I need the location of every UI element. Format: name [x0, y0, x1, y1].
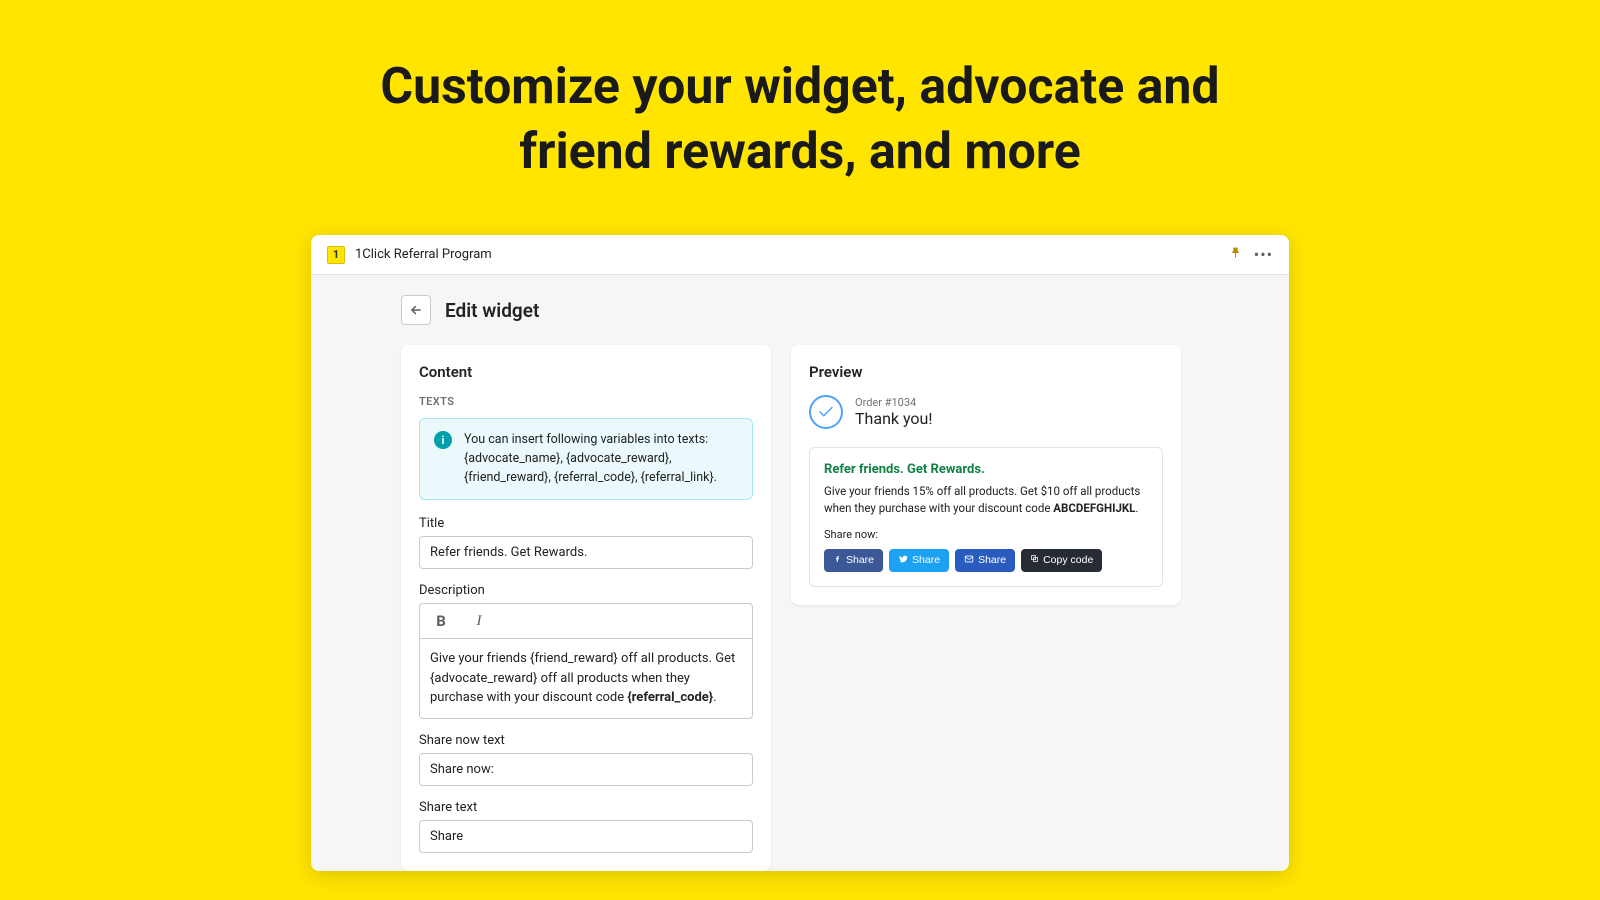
order-number: Order #1034: [855, 396, 933, 409]
share-now-label: Share now text: [419, 733, 753, 748]
description-suffix: .: [713, 690, 716, 705]
description-editor[interactable]: Give your friends {friend_reward} off al…: [419, 638, 753, 719]
preview-heading: Preview: [809, 363, 1163, 381]
app-body: Edit widget Content TEXTS i You can inse…: [311, 275, 1289, 871]
title-input[interactable]: [419, 536, 753, 569]
hero-headline: Customize your widget, advocate and frie…: [350, 55, 1250, 185]
texts-subheading: TEXTS: [419, 395, 753, 408]
page-title: Edit widget: [445, 299, 539, 322]
preview-share-now: Share now:: [824, 528, 1148, 541]
facebook-icon: [833, 554, 842, 566]
app-title: 1Click Referral Program: [355, 247, 492, 262]
email-share-button[interactable]: Share: [955, 549, 1015, 572]
info-text: You can insert following variables into …: [464, 431, 738, 487]
thank-you-text: Thank you!: [855, 409, 933, 428]
title-label: Title: [419, 516, 753, 531]
description-label: Description: [419, 583, 753, 598]
preview-widget-desc: Give your friends 15% off all products. …: [824, 483, 1148, 518]
email-icon: [964, 554, 974, 567]
info-icon: i: [434, 431, 452, 449]
share-text-label: Share text: [419, 800, 753, 815]
hero-section: Customize your widget, advocate and frie…: [0, 0, 1600, 215]
description-code: {referral_code}: [627, 690, 713, 705]
info-banner: i You can insert following variables int…: [419, 418, 753, 500]
page-header: Edit widget: [401, 295, 1199, 325]
columns: Content TEXTS i You can insert following…: [401, 345, 1199, 871]
copy-code-button[interactable]: Copy code: [1021, 549, 1102, 572]
rte-toolbar: B I: [419, 603, 753, 638]
content-card: Content TEXTS i You can insert following…: [401, 345, 771, 871]
share-buttons: Share Share Share Copy code: [824, 549, 1148, 572]
app-badge: 1: [327, 246, 345, 264]
app-window: 1 1Click Referral Program ••• Edit widge…: [311, 235, 1289, 871]
app-header: 1 1Click Referral Program •••: [311, 235, 1289, 275]
copy-icon: [1030, 554, 1039, 566]
checkmark-icon: [809, 395, 843, 429]
back-button[interactable]: [401, 295, 431, 325]
content-heading: Content: [419, 363, 753, 381]
italic-button[interactable]: I: [468, 610, 490, 632]
share-now-input[interactable]: [419, 753, 753, 786]
pin-icon[interactable]: [1229, 246, 1242, 263]
share-text-input[interactable]: [419, 820, 753, 853]
more-icon[interactable]: •••: [1254, 245, 1273, 264]
app-header-actions: •••: [1229, 245, 1273, 264]
preview-card: Preview Order #1034 Thank you! Refer fri…: [791, 345, 1181, 605]
facebook-share-button[interactable]: Share: [824, 549, 883, 572]
twitter-icon: [898, 554, 908, 567]
twitter-share-button[interactable]: Share: [889, 549, 949, 572]
order-header: Order #1034 Thank you!: [809, 395, 1163, 429]
preview-widget-title: Refer friends. Get Rewards.: [824, 462, 1148, 477]
bold-button[interactable]: B: [430, 610, 452, 632]
preview-widget: Refer friends. Get Rewards. Give your fr…: [809, 447, 1163, 587]
